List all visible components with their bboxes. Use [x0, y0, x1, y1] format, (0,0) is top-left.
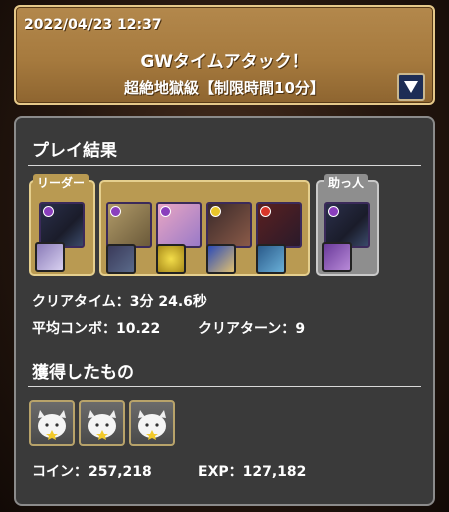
dungeon-header: 2022/04/23 12:37 GWタイムアタック！ 超絶地獄級【制限時間10…: [14, 5, 435, 105]
dungeon-title: GWタイムアタック！: [140, 52, 309, 72]
avg-combo-value: 10.22: [116, 321, 161, 337]
divider: [28, 165, 421, 166]
dungeon-subtitle: 超絶地獄級【制限時間10分】: [124, 79, 325, 97]
leader-label: リーダー: [33, 174, 90, 191]
coin-stat: コイン：257,218: [32, 461, 152, 481]
exp-value: 127,182: [242, 464, 307, 480]
dark-orb-icon: [110, 206, 121, 217]
white-cat-icon: [138, 410, 166, 440]
fire-orb-icon: [260, 206, 271, 217]
light-orb-icon: [210, 206, 221, 217]
blue-card-assist-icon[interactable]: [206, 244, 236, 274]
white-cat-icon: [38, 410, 66, 440]
clear-turns-stat: クリアターン：9: [198, 318, 305, 338]
avg-combo-label: 平均コンボ：: [32, 321, 116, 337]
helper-label: 助っ人: [324, 174, 369, 191]
coin-value: 257,218: [88, 464, 152, 480]
play-result-heading: プレイ結果: [32, 141, 117, 161]
purple-dragon-assist-icon[interactable]: [322, 242, 352, 272]
exp-label: EXP：: [198, 464, 243, 480]
clear-time-stat: クリアタイム：3分 24.6秒: [32, 291, 207, 311]
divider: [28, 386, 421, 387]
results-panel: プレイ結果 リーダー 助っ人 クリアタイム：3分 24.6秒 平均コンボ：10.…: [14, 116, 435, 506]
white-cat-star-reward-icon[interactable]: [79, 400, 125, 446]
white-cat-star-reward-icon[interactable]: [129, 400, 175, 446]
clear-turns-label: クリアターン：: [198, 321, 296, 337]
dark-beast-assist-icon[interactable]: [106, 244, 136, 274]
white-cat-star-reward-icon[interactable]: [29, 400, 75, 446]
clear-turns-value: 9: [295, 321, 306, 337]
dark-orb-icon: [43, 206, 54, 217]
avg-combo-stat: 平均コンボ：10.22: [32, 318, 160, 338]
leader-slot: リーダー: [29, 174, 95, 276]
coin-label: コイン：: [32, 464, 88, 480]
white-cat-icon: [88, 410, 116, 440]
dropdown-button[interactable]: [397, 73, 425, 101]
triangle-down-icon: [404, 81, 418, 93]
sub-members: [99, 180, 310, 276]
pink-hair-girl-monster-icon[interactable]: [156, 202, 202, 248]
dark-orb-icon: [160, 206, 171, 217]
blonde-warrior-monster-icon[interactable]: [106, 202, 152, 248]
dark-orb-icon: [328, 206, 339, 217]
clear-time-label: クリアタイム：: [32, 294, 130, 310]
white-cat-girl-assist-icon[interactable]: [35, 242, 65, 272]
timestamp: 2022/04/23 12:37: [24, 17, 162, 33]
rewards-heading: 獲得したもの: [32, 363, 134, 383]
gold-coin-assist-icon[interactable]: [156, 244, 186, 274]
exp-stat: EXP：127,182: [198, 461, 306, 481]
clear-time-value: 3分 24.6秒: [129, 294, 207, 310]
helper-slot: 助っ人: [316, 174, 379, 276]
blue-dragon-assist-icon[interactable]: [256, 244, 286, 274]
dark-hair-girl-monster-icon[interactable]: [256, 202, 302, 248]
pirate-girl-monster-icon[interactable]: [206, 202, 252, 248]
